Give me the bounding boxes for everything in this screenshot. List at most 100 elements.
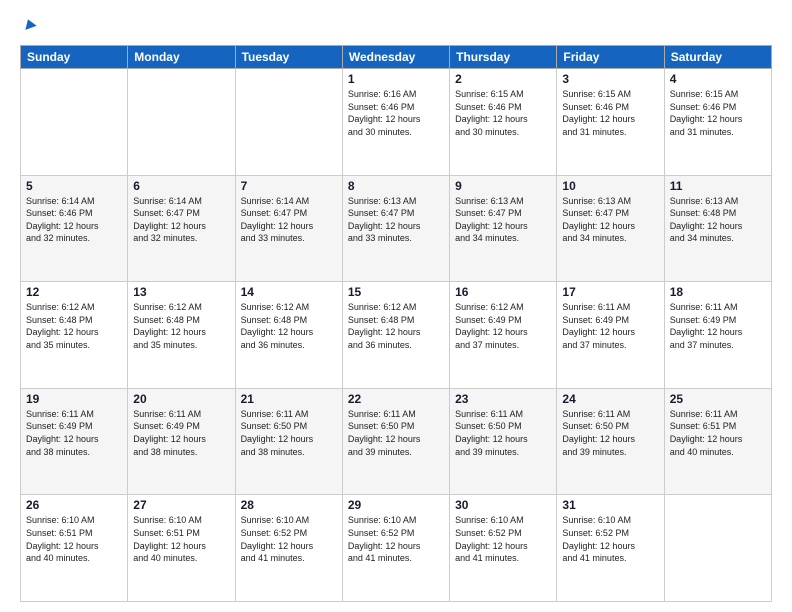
calendar-cell: 1Sunrise: 6:16 AM Sunset: 6:46 PM Daylig…: [342, 69, 449, 176]
day-info: Sunrise: 6:14 AM Sunset: 6:46 PM Dayligh…: [26, 195, 122, 245]
calendar-cell: 2 Sunrise: 6:15 AM Sunset: 6:46 PM Daylig…: [450, 69, 557, 176]
day-info: Sunrise: 6:16 AM Sunset: 6:46 PM Dayligh…: [348, 88, 444, 138]
calendar-cell: 25Sunrise: 6:11 AM Sunset: 6:51 PM Dayli…: [664, 388, 771, 495]
day-number: 24: [562, 392, 658, 406]
day-info: Sunrise: 6:12 AM Sunset: 6:48 PM Dayligh…: [348, 301, 444, 351]
calendar-cell: 14 Sunrise: 6:12 AM Sunset: 6:48 PM Dayli…: [235, 282, 342, 389]
calendar-cell: 17 Sunrise: 6:11 AM Sunset: 6:49 PM Dayli…: [557, 282, 664, 389]
calendar-cell: 11 Sunrise: 6:13 AM Sunset: 6:48 PM Dayli…: [664, 175, 771, 282]
calendar-cell: 9Sunrise: 6:13 AM Sunset: 6:47 PM Daylig…: [450, 175, 557, 282]
day-number: 8: [348, 179, 444, 193]
day-number: 13: [133, 285, 229, 299]
day-number: 22: [348, 392, 444, 406]
calendar-week-row: 1Sunrise: 6:16 AM Sunset: 6:46 PM Daylig…: [21, 69, 772, 176]
calendar-week-row: 12 Sunrise: 6:12 AM Sunset: 6:48 PM Dayli…: [21, 282, 772, 389]
calendar-cell: 3 Sunrise: 6:15 AM Sunset: 6:46 PM Daylig…: [557, 69, 664, 176]
day-info: Sunrise: 6:10 AM Sunset: 6:52 PM Dayligh…: [348, 514, 444, 564]
weekday-header-row: SundayMondayTuesdayWednesdayThursdayFrid…: [21, 46, 772, 69]
day-info: Sunrise: 6:14 AM Sunset: 6:47 PM Dayligh…: [241, 195, 337, 245]
day-number: 27: [133, 498, 229, 512]
day-number: 19: [26, 392, 122, 406]
day-number: 12: [26, 285, 122, 299]
day-info: Sunrise: 6:10 AM Sunset: 6:52 PM Dayligh…: [455, 514, 551, 564]
day-info: Sunrise: 6:10 AM Sunset: 6:51 PM Dayligh…: [133, 514, 229, 564]
logo: [20, 18, 37, 37]
calendar-cell: 26Sunrise: 6:10 AM Sunset: 6:51 PM Dayli…: [21, 495, 128, 602]
calendar-week-row: 5 Sunrise: 6:14 AM Sunset: 6:46 PM Daylig…: [21, 175, 772, 282]
calendar-cell: 15Sunrise: 6:12 AM Sunset: 6:48 PM Dayli…: [342, 282, 449, 389]
day-info: Sunrise: 6:11 AM Sunset: 6:50 PM Dayligh…: [562, 408, 658, 458]
calendar-cell: 27 Sunrise: 6:10 AM Sunset: 6:51 PM Dayli…: [128, 495, 235, 602]
weekday-header: Saturday: [664, 46, 771, 69]
day-info: Sunrise: 6:11 AM Sunset: 6:49 PM Dayligh…: [670, 301, 766, 351]
header: [20, 18, 772, 37]
weekday-header: Friday: [557, 46, 664, 69]
calendar-cell: [235, 69, 342, 176]
logo-bird-icon: [23, 18, 37, 32]
day-info: Sunrise: 6:11 AM Sunset: 6:50 PM Dayligh…: [241, 408, 337, 458]
calendar-cell: 31 Sunrise: 6:10 AM Sunset: 6:52 PM Dayli…: [557, 495, 664, 602]
day-info: Sunrise: 6:13 AM Sunset: 6:47 PM Dayligh…: [562, 195, 658, 245]
calendar-cell: [664, 495, 771, 602]
day-info: Sunrise: 6:11 AM Sunset: 6:49 PM Dayligh…: [26, 408, 122, 458]
calendar-week-row: 19 Sunrise: 6:11 AM Sunset: 6:49 PM Dayli…: [21, 388, 772, 495]
weekday-header: Tuesday: [235, 46, 342, 69]
day-info: Sunrise: 6:10 AM Sunset: 6:52 PM Dayligh…: [562, 514, 658, 564]
calendar-week-row: 26Sunrise: 6:10 AM Sunset: 6:51 PM Dayli…: [21, 495, 772, 602]
calendar-cell: 21 Sunrise: 6:11 AM Sunset: 6:50 PM Dayli…: [235, 388, 342, 495]
calendar-cell: 13 Sunrise: 6:12 AM Sunset: 6:48 PM Dayli…: [128, 282, 235, 389]
day-number: 17: [562, 285, 658, 299]
day-number: 11: [670, 179, 766, 193]
day-info: Sunrise: 6:12 AM Sunset: 6:48 PM Dayligh…: [26, 301, 122, 351]
day-info: Sunrise: 6:12 AM Sunset: 6:48 PM Dayligh…: [241, 301, 337, 351]
weekday-header: Thursday: [450, 46, 557, 69]
day-number: 30: [455, 498, 551, 512]
day-info: Sunrise: 6:12 AM Sunset: 6:48 PM Dayligh…: [133, 301, 229, 351]
day-info: Sunrise: 6:13 AM Sunset: 6:48 PM Dayligh…: [670, 195, 766, 245]
calendar-cell: 29 Sunrise: 6:10 AM Sunset: 6:52 PM Dayli…: [342, 495, 449, 602]
calendar-cell: 12 Sunrise: 6:12 AM Sunset: 6:48 PM Dayli…: [21, 282, 128, 389]
day-number: 20: [133, 392, 229, 406]
day-number: 5: [26, 179, 122, 193]
weekday-header: Monday: [128, 46, 235, 69]
day-number: 16: [455, 285, 551, 299]
day-info: Sunrise: 6:11 AM Sunset: 6:49 PM Dayligh…: [562, 301, 658, 351]
day-info: Sunrise: 6:15 AM Sunset: 6:46 PM Dayligh…: [455, 88, 551, 138]
day-info: Sunrise: 6:11 AM Sunset: 6:51 PM Dayligh…: [670, 408, 766, 458]
day-number: 31: [562, 498, 658, 512]
calendar-cell: 20 Sunrise: 6:11 AM Sunset: 6:49 PM Dayli…: [128, 388, 235, 495]
weekday-header: Sunday: [21, 46, 128, 69]
day-info: Sunrise: 6:10 AM Sunset: 6:52 PM Dayligh…: [241, 514, 337, 564]
calendar-cell: 4 Sunrise: 6:15 AM Sunset: 6:46 PM Daylig…: [664, 69, 771, 176]
day-number: 9: [455, 179, 551, 193]
day-info: Sunrise: 6:15 AM Sunset: 6:46 PM Dayligh…: [670, 88, 766, 138]
calendar-cell: 16 Sunrise: 6:12 AM Sunset: 6:49 PM Dayli…: [450, 282, 557, 389]
day-info: Sunrise: 6:13 AM Sunset: 6:47 PM Dayligh…: [348, 195, 444, 245]
day-info: Sunrise: 6:11 AM Sunset: 6:50 PM Dayligh…: [455, 408, 551, 458]
calendar-cell: 5 Sunrise: 6:14 AM Sunset: 6:46 PM Daylig…: [21, 175, 128, 282]
day-number: 21: [241, 392, 337, 406]
day-number: 2: [455, 72, 551, 86]
day-number: 3: [562, 72, 658, 86]
calendar-cell: 10 Sunrise: 6:13 AM Sunset: 6:47 PM Dayli…: [557, 175, 664, 282]
page: SundayMondayTuesdayWednesdayThursdayFrid…: [0, 0, 792, 612]
day-info: Sunrise: 6:11 AM Sunset: 6:49 PM Dayligh…: [133, 408, 229, 458]
day-number: 4: [670, 72, 766, 86]
day-number: 10: [562, 179, 658, 193]
day-info: Sunrise: 6:10 AM Sunset: 6:51 PM Dayligh…: [26, 514, 122, 564]
day-number: 14: [241, 285, 337, 299]
weekday-header: Wednesday: [342, 46, 449, 69]
calendar-cell: [128, 69, 235, 176]
day-number: 28: [241, 498, 337, 512]
day-number: 29: [348, 498, 444, 512]
day-info: Sunrise: 6:12 AM Sunset: 6:49 PM Dayligh…: [455, 301, 551, 351]
day-info: Sunrise: 6:11 AM Sunset: 6:50 PM Dayligh…: [348, 408, 444, 458]
day-number: 7: [241, 179, 337, 193]
day-number: 6: [133, 179, 229, 193]
calendar-cell: 6 Sunrise: 6:14 AM Sunset: 6:47 PM Daylig…: [128, 175, 235, 282]
day-info: Sunrise: 6:15 AM Sunset: 6:46 PM Dayligh…: [562, 88, 658, 138]
day-info: Sunrise: 6:14 AM Sunset: 6:47 PM Dayligh…: [133, 195, 229, 245]
calendar-cell: 22 Sunrise: 6:11 AM Sunset: 6:50 PM Dayli…: [342, 388, 449, 495]
day-number: 23: [455, 392, 551, 406]
calendar-cell: [21, 69, 128, 176]
